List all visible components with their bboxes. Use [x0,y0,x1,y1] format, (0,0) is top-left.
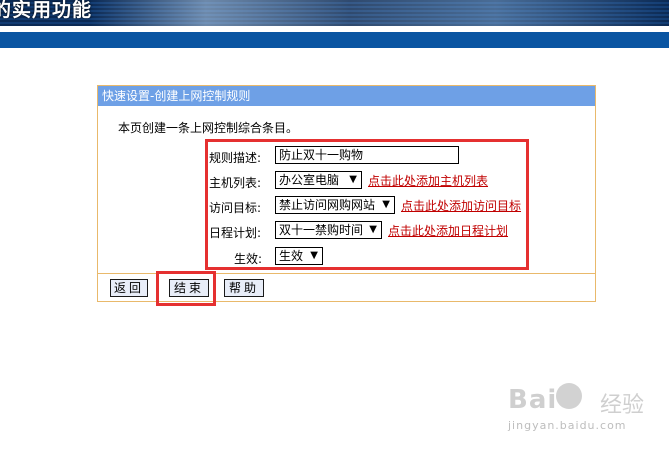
panel-intro: 本页创建一条上网控制综合条目。 [118,121,299,135]
banner-title: 的实用功能 [0,0,93,21]
chevron-down-icon: ▼ [369,224,377,235]
effect-value: 生效 [279,249,304,263]
effect-select[interactable]: 生效 ▼ [275,247,323,265]
access-target-value: 禁止访问网购网站 [279,198,376,212]
top-banner: 的实用功能 [0,0,669,26]
chevron-down-icon: ▼ [382,199,390,210]
host-list-value: 办公室电脑 [279,173,340,187]
baidu-jingyan-watermark: Bai 经验 jingyan.baidu.com [508,383,658,439]
watermark-url: jingyan.baidu.com [508,419,627,432]
footer-divider [98,273,595,274]
chevron-down-icon: ▼ [349,174,357,185]
schedule-select[interactable]: 双十一禁购时间 ▼ [275,221,382,239]
watermark-brand: Bai [508,385,558,415]
chevron-down-icon: ▼ [310,250,318,261]
finish-button[interactable]: 结束 [169,279,209,297]
help-button[interactable]: 帮助 [224,279,264,297]
back-button[interactable]: 返回 [110,279,148,297]
banner-shine [90,0,669,26]
rule-desc-label: 规则描述: [209,151,262,165]
add-host-link[interactable]: 点击此处添加主机列表 [368,172,488,189]
paw-icon [556,383,582,409]
header-band [0,32,669,48]
panel-title: 快速设置-创建上网控制规则 [98,86,595,106]
add-schedule-link[interactable]: 点击此处添加日程计划 [388,222,508,239]
access-target-label: 访问目标: [209,201,262,215]
watermark-brand-cn: 经验 [600,393,645,418]
host-list-select[interactable]: 办公室电脑 ▼ [275,171,362,189]
access-target-select[interactable]: 禁止访问网购网站 ▼ [275,196,395,214]
host-list-label: 主机列表: [209,176,262,190]
quick-setup-panel: 快速设置-创建上网控制规则 本页创建一条上网控制综合条目。 规则描述: 防止双十… [97,85,596,302]
schedule-value: 双十一禁购时间 [279,223,364,237]
effect-label: 生效: [234,252,263,266]
schedule-label: 日程计划: [209,226,262,240]
add-target-link[interactable]: 点击此处添加访问目标 [401,197,521,214]
rule-desc-input[interactable]: 防止双十一购物 [275,146,459,164]
